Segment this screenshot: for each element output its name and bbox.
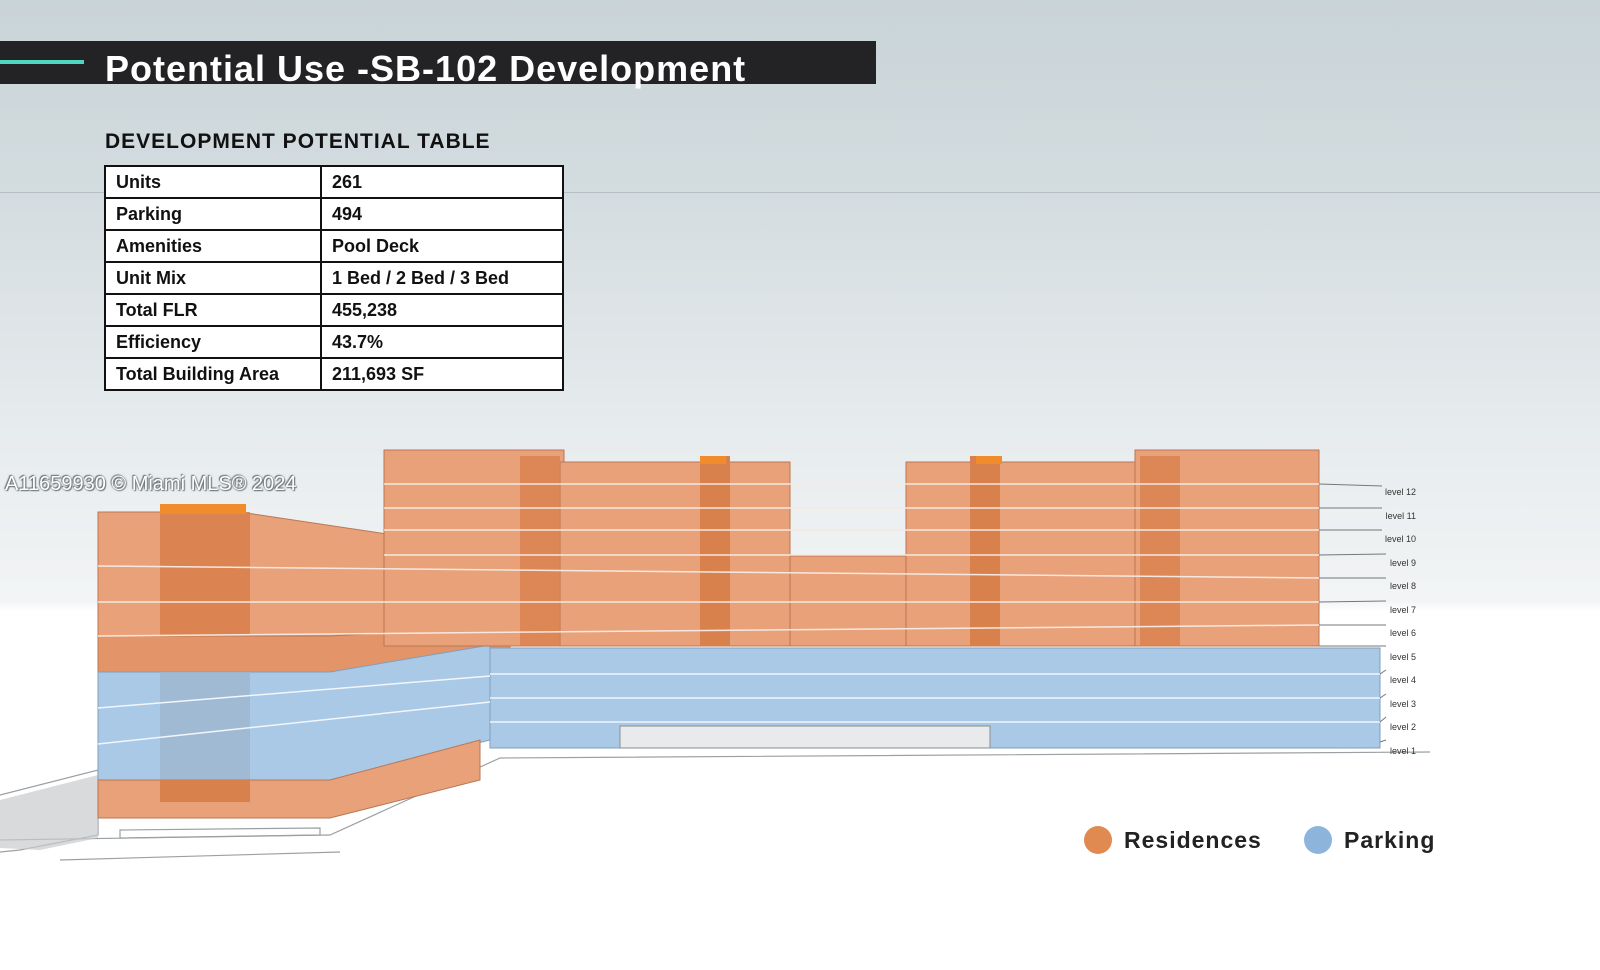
- row-label: Total FLR: [104, 293, 322, 327]
- legend-parking: Parking: [1304, 826, 1435, 854]
- row-label: Unit Mix: [104, 261, 322, 295]
- row-value: 1 Bed / 2 Bed / 3 Bed: [320, 261, 564, 295]
- title-bar: Potential Use -SB-102 Development: [0, 41, 876, 89]
- level-label: level 3: [1389, 698, 1416, 709]
- table-heading: DEVELOPMENT POTENTIAL TABLE: [105, 130, 491, 153]
- main-block: [383, 449, 1320, 647]
- table-row: Amenities Pool Deck: [104, 229, 564, 263]
- building-massing-diagram: [0, 449, 1431, 861]
- table-row: Efficiency 43.7%: [104, 325, 564, 359]
- row-label: Parking: [104, 197, 322, 231]
- page-title: Potential Use -SB-102 Development: [105, 48, 747, 89]
- row-value: 261: [320, 165, 564, 199]
- level-label: level 10: [1384, 534, 1416, 544]
- legend-residences: Residences: [1084, 826, 1262, 854]
- parking-label: Parking: [1344, 826, 1436, 853]
- table-row: Units 261: [104, 165, 564, 199]
- table-row: Total Building Area 211,693 SF: [104, 357, 564, 391]
- level-label: level 11: [1385, 510, 1416, 521]
- row-value: Pool Deck: [320, 229, 564, 263]
- table-row: Unit Mix 1 Bed / 2 Bed / 3 Bed: [104, 261, 564, 295]
- row-value: 211,693 SF: [320, 357, 564, 391]
- table-row: Parking 494: [104, 197, 564, 231]
- row-value: 455,238: [320, 293, 564, 327]
- table-row: Total FLR 455,238: [104, 293, 564, 327]
- row-value: 494: [320, 197, 564, 231]
- level-label: level 6: [1389, 628, 1416, 638]
- residences-swatch: [1084, 826, 1112, 854]
- level-label: level 5: [1389, 651, 1416, 662]
- row-label: Amenities: [104, 229, 322, 263]
- site-shadow: [0, 775, 98, 850]
- watermark: A11659930 © Miami MLS® 2024: [5, 473, 297, 495]
- row-label: Efficiency: [104, 325, 322, 359]
- development-potential-table: Units 261 Parking 494 Amenities Pool Dec…: [104, 165, 564, 391]
- level-labels: level 12 level 11 level 10 level 9 level…: [1370, 481, 1416, 763]
- row-label: Units: [104, 165, 322, 199]
- level-label: level 8: [1389, 581, 1416, 591]
- level-label: level 7: [1389, 604, 1416, 615]
- title-accent-stripe: [0, 60, 84, 64]
- level-label: level 2: [1389, 722, 1416, 732]
- level-label: level 12: [1384, 487, 1416, 497]
- row-value: 43.7%: [320, 325, 564, 359]
- level-label: level 4: [1389, 675, 1416, 685]
- row-label: Total Building Area: [104, 357, 322, 391]
- residences-label: Residences: [1124, 826, 1262, 853]
- parking-swatch: [1304, 826, 1332, 854]
- level-label: level 1: [1389, 745, 1416, 756]
- level-label: level 9: [1389, 557, 1416, 568]
